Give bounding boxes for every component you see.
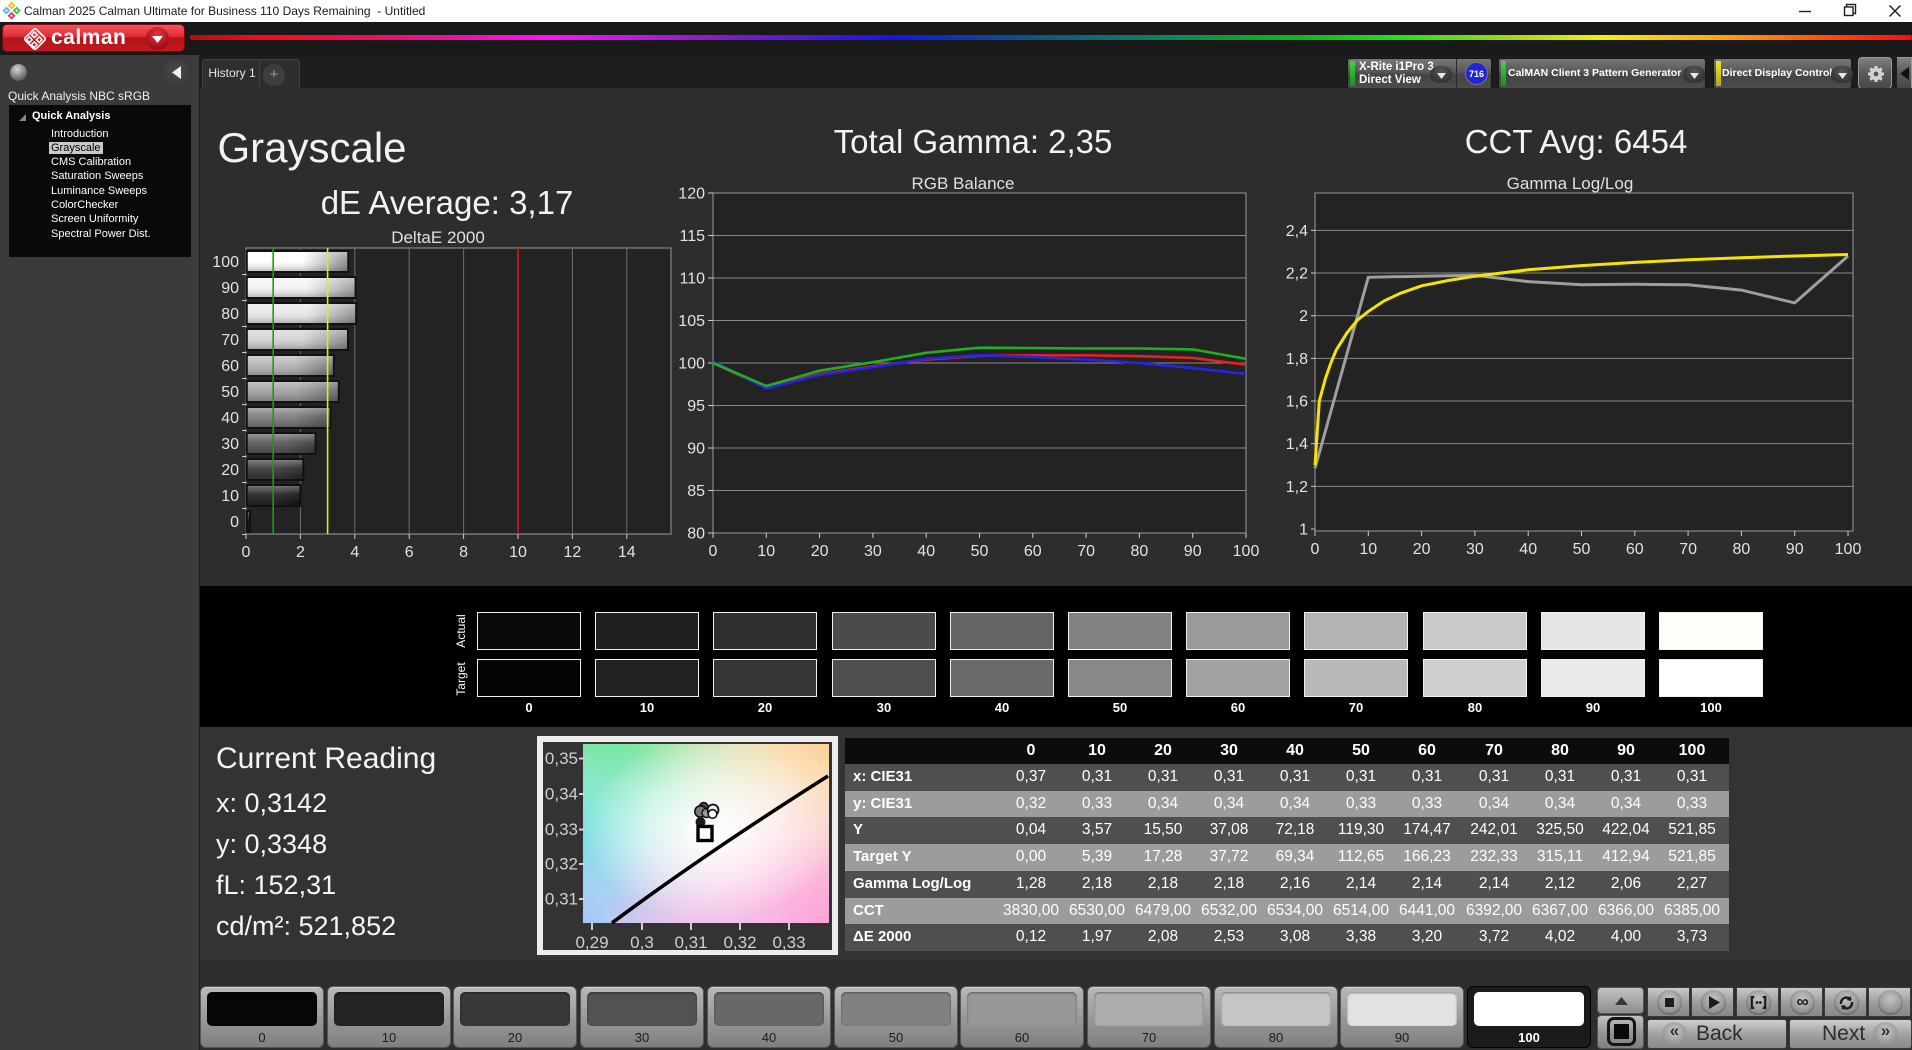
svg-text:40: 40 [221, 410, 239, 427]
svg-text:60: 60 [221, 358, 239, 375]
svg-text:60: 60 [1626, 541, 1644, 558]
svg-text:CCT Avg: 6454: CCT Avg: 6454 [1465, 123, 1688, 160]
svg-text:0: 0 [1311, 541, 1320, 558]
svg-text:14: 14 [618, 544, 636, 561]
svg-text:4: 4 [350, 544, 359, 561]
svg-text:DeltaE 2000: DeltaE 2000 [391, 228, 485, 247]
svg-text:0: 0 [709, 543, 718, 560]
svg-text:40: 40 [917, 543, 935, 560]
svg-text:95: 95 [687, 398, 705, 415]
svg-text:120: 120 [678, 186, 705, 203]
svg-text:1,4: 1,4 [1286, 436, 1308, 453]
svg-text:90: 90 [221, 280, 239, 297]
svg-text:40: 40 [1519, 541, 1537, 558]
svg-text:0,31: 0,31 [674, 933, 707, 952]
svg-text:50: 50 [1573, 541, 1591, 558]
svg-text:6: 6 [405, 544, 414, 561]
svg-text:50: 50 [971, 543, 989, 560]
svg-text:0,3: 0,3 [630, 933, 654, 952]
svg-text:115: 115 [679, 228, 705, 245]
svg-text:Grayscale: Grayscale [217, 124, 406, 171]
svg-text:0,32: 0,32 [545, 855, 578, 874]
svg-text:1,6: 1,6 [1286, 394, 1308, 411]
svg-text:90: 90 [687, 441, 705, 458]
svg-text:10: 10 [509, 544, 527, 561]
svg-text:RGB Balance: RGB Balance [912, 174, 1015, 193]
svg-text:80: 80 [687, 526, 705, 543]
svg-text:30: 30 [221, 436, 239, 453]
svg-text:0,33: 0,33 [772, 933, 805, 952]
svg-text:110: 110 [679, 271, 705, 288]
svg-text:8: 8 [459, 544, 468, 561]
svg-text:50: 50 [221, 384, 239, 401]
svg-text:1,2: 1,2 [1286, 479, 1308, 496]
svg-text:10: 10 [757, 543, 775, 560]
svg-text:80: 80 [1131, 543, 1149, 560]
svg-text:100: 100 [1835, 541, 1862, 558]
svg-text:12: 12 [564, 544, 582, 561]
svg-text:Gamma Log/Log: Gamma Log/Log [1507, 174, 1634, 193]
svg-text:10: 10 [221, 488, 239, 505]
svg-text:90: 90 [1184, 543, 1202, 560]
svg-text:0,35: 0,35 [545, 749, 578, 768]
svg-text:0,34: 0,34 [545, 785, 578, 804]
svg-text:2,2: 2,2 [1286, 266, 1308, 283]
svg-text:105: 105 [678, 313, 705, 330]
svg-text:2: 2 [1299, 308, 1308, 325]
svg-text:2,4: 2,4 [1286, 223, 1308, 240]
svg-text:70: 70 [221, 332, 239, 349]
svg-text:10: 10 [1359, 541, 1377, 558]
svg-text:100: 100 [1233, 543, 1260, 560]
svg-text:0: 0 [242, 544, 251, 561]
svg-text:0,33: 0,33 [545, 820, 578, 839]
svg-text:60: 60 [1024, 543, 1042, 560]
svg-text:dE Average: 3,17: dE Average: 3,17 [321, 184, 574, 221]
svg-text:30: 30 [1466, 541, 1484, 558]
svg-text:20: 20 [221, 462, 239, 479]
svg-text:0,32: 0,32 [723, 933, 756, 952]
svg-text:85: 85 [687, 483, 705, 500]
svg-text:1: 1 [1299, 522, 1308, 539]
svg-text:1,8: 1,8 [1286, 351, 1308, 368]
svg-text:80: 80 [221, 306, 239, 323]
svg-text:30: 30 [864, 543, 882, 560]
svg-text:2: 2 [296, 544, 305, 561]
svg-text:20: 20 [811, 543, 829, 560]
svg-text:0,31: 0,31 [545, 890, 578, 909]
svg-text:100: 100 [678, 356, 705, 373]
svg-text:70: 70 [1077, 543, 1095, 560]
svg-text:100: 100 [212, 254, 239, 271]
svg-text:80: 80 [1733, 541, 1751, 558]
svg-text:70: 70 [1679, 541, 1697, 558]
svg-text:90: 90 [1786, 541, 1804, 558]
svg-text:Total Gamma: 2,35: Total Gamma: 2,35 [834, 123, 1113, 160]
svg-text:20: 20 [1413, 541, 1431, 558]
svg-text:0,29: 0,29 [575, 933, 608, 952]
svg-text:0: 0 [230, 514, 239, 531]
